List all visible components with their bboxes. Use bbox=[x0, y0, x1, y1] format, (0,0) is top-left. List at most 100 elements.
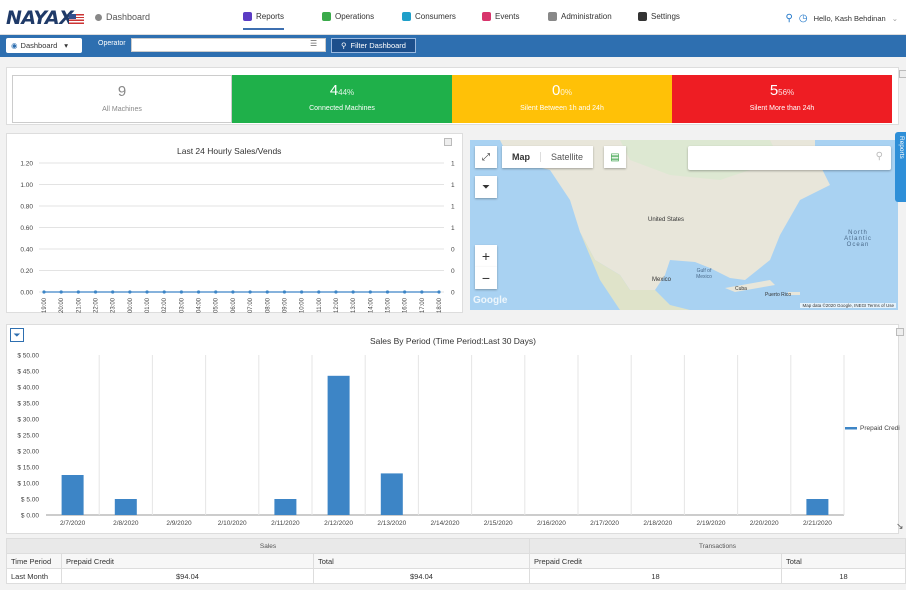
hourly-point[interactable] bbox=[282, 290, 287, 294]
user-greeting[interactable]: Hello, Kash Behdinan bbox=[814, 14, 886, 23]
bar[interactable] bbox=[380, 473, 403, 515]
dashboard-dot-icon bbox=[95, 13, 102, 21]
bar[interactable] bbox=[114, 499, 137, 515]
resize-handle-icon[interactable]: ↘ bbox=[896, 521, 904, 532]
x-tick-label: 2/11/2020 bbox=[271, 520, 300, 527]
map-attribution[interactable]: Map data ©2020 Google, INEGI Terms of Us… bbox=[800, 303, 896, 308]
breadcrumb-dashboard[interactable]: Dashboard bbox=[106, 12, 150, 22]
hourly-point[interactable] bbox=[145, 290, 149, 294]
status-value: 9 bbox=[13, 83, 231, 100]
x-tick-label: 2/15/2020 bbox=[484, 520, 513, 527]
google-logo[interactable]: Google bbox=[473, 295, 507, 306]
clock-icon[interactable]: ◷ bbox=[799, 13, 808, 24]
hourly-point[interactable] bbox=[93, 290, 98, 294]
hourly-point[interactable] bbox=[334, 290, 338, 294]
status-card[interactable]: 556% Silent More than 24h bbox=[672, 75, 892, 123]
hourly-point[interactable] bbox=[317, 290, 321, 294]
hourly-point[interactable] bbox=[351, 290, 355, 294]
map-tab[interactable]: Map bbox=[502, 152, 540, 162]
nayax-logo[interactable]: NAYAX bbox=[6, 7, 74, 29]
hourly-point[interactable] bbox=[300, 290, 304, 294]
dashboard-dropdown[interactable]: ◉ Dashboard ▾ bbox=[6, 38, 82, 53]
bar[interactable] bbox=[806, 499, 829, 515]
bar[interactable] bbox=[274, 499, 297, 515]
map-search-input[interactable]: ⚲ bbox=[688, 146, 891, 170]
hourly-point[interactable] bbox=[111, 290, 115, 294]
hourly-point[interactable] bbox=[214, 290, 218, 294]
hourly-point[interactable] bbox=[196, 290, 201, 294]
status-percent: 56% bbox=[778, 88, 795, 97]
x-tick-label: 03:00 bbox=[179, 297, 185, 313]
status-label: Connected Machines bbox=[309, 105, 375, 112]
y-tick-label: $ 30.00 bbox=[17, 417, 39, 424]
hourly-point[interactable] bbox=[128, 290, 132, 294]
x-tick-label: 10:00 bbox=[300, 297, 306, 313]
map-label-cuba: Cuba bbox=[735, 286, 747, 292]
nav-label: Settings bbox=[651, 12, 680, 21]
hourly-point[interactable] bbox=[248, 290, 252, 294]
nav-settings[interactable]: Settings bbox=[638, 12, 680, 21]
nav-administration[interactable]: Administration bbox=[548, 12, 612, 21]
satellite-tab[interactable]: Satellite bbox=[540, 152, 593, 162]
y-tick-label: $ 10.00 bbox=[17, 481, 39, 488]
col-tx-total[interactable]: Total bbox=[781, 553, 906, 569]
dashboard-icon: ◉ bbox=[11, 41, 18, 50]
reports-side-tab[interactable]: Reports bbox=[895, 132, 906, 202]
hourly-point[interactable] bbox=[76, 290, 80, 294]
hourly-point[interactable] bbox=[42, 290, 46, 294]
x-tick-label: 2/14/2020 bbox=[431, 520, 460, 527]
y-tick-label: $ 20.00 bbox=[17, 449, 39, 456]
sales-bar-chart: $ 0.00 $ 5.00 $ 10.00 $ 15.00 $ 20.00 $ 25.00… bbox=[17, 353, 900, 528]
cell-tx-total: 18 bbox=[781, 568, 906, 584]
hourly-point[interactable] bbox=[385, 290, 390, 294]
hourly-point[interactable] bbox=[368, 290, 372, 294]
col-tx-prepaid-credit[interactable]: Prepaid Credit bbox=[529, 553, 782, 569]
hourly-point[interactable] bbox=[265, 290, 269, 294]
x-tick-label: 06:00 bbox=[231, 297, 237, 313]
status-value: 00% bbox=[452, 82, 672, 99]
x-tick-label: 2/17/2020 bbox=[590, 520, 619, 527]
hourly-point[interactable] bbox=[420, 290, 424, 294]
y2-tick-label: 1 bbox=[451, 204, 455, 211]
operator-input[interactable] bbox=[131, 38, 326, 52]
filter-dashboard-button[interactable]: ⚲ Filter Dashboard bbox=[331, 38, 416, 53]
status-card[interactable]: 9 All Machines bbox=[12, 75, 232, 123]
col-prepaid-credit[interactable]: Prepaid Credit bbox=[61, 553, 314, 569]
status-card[interactable]: 444% Connected Machines bbox=[232, 75, 452, 123]
map-filter-icon[interactable]: ⏷ bbox=[475, 176, 497, 198]
operator-list-icon[interactable]: ☰ bbox=[310, 39, 317, 48]
hourly-point[interactable] bbox=[162, 290, 166, 294]
hourly-point[interactable] bbox=[59, 290, 63, 294]
zoom-in-button[interactable]: + bbox=[475, 245, 497, 267]
dashboard-dropdown-label: Dashboard bbox=[20, 41, 58, 50]
hourly-point[interactable] bbox=[437, 290, 441, 294]
table-row[interactable]: Last Month $94.04 $94.04 18 18 bbox=[6, 568, 906, 584]
sales-summary-table: Sales Transactions Time Period Prepaid C… bbox=[6, 538, 906, 584]
x-tick-label: 16:00 bbox=[403, 297, 409, 313]
hourly-point[interactable] bbox=[231, 290, 235, 294]
bar[interactable] bbox=[327, 375, 350, 515]
x-tick-label: 17:00 bbox=[420, 297, 426, 313]
operator-label: Operator bbox=[98, 40, 126, 47]
x-tick-label: 00:00 bbox=[128, 297, 134, 313]
nav-consumers[interactable]: Consumers bbox=[402, 12, 456, 21]
col-time-period[interactable]: Time Period bbox=[6, 553, 62, 569]
chevron-down-icon[interactable]: ⌄ bbox=[892, 14, 898, 23]
panel-collapse-icon[interactable] bbox=[899, 70, 906, 78]
col-total[interactable]: Total bbox=[313, 553, 530, 569]
x-tick-label: 20:00 bbox=[59, 297, 65, 313]
nav-events[interactable]: Events bbox=[482, 12, 519, 21]
nav-operations[interactable]: Operations bbox=[322, 12, 374, 21]
nav-reports[interactable]: Reports bbox=[243, 12, 285, 30]
status-percent: 0% bbox=[560, 88, 572, 97]
map-label-puerto-rico: Puerto Rico bbox=[765, 292, 792, 298]
status-card[interactable]: 00% Silent Between 1h and 24h bbox=[452, 75, 672, 123]
fullscreen-icon[interactable]: ⤢ bbox=[475, 146, 497, 168]
save-icon[interactable]: ▤ bbox=[604, 146, 626, 168]
zoom-out-button[interactable]: − bbox=[475, 267, 497, 289]
hourly-point[interactable] bbox=[179, 290, 183, 294]
search-icon[interactable]: ⚲ bbox=[786, 13, 793, 24]
us-flag-icon[interactable] bbox=[69, 14, 84, 24]
bar[interactable] bbox=[61, 475, 84, 515]
hourly-point[interactable] bbox=[403, 290, 407, 294]
